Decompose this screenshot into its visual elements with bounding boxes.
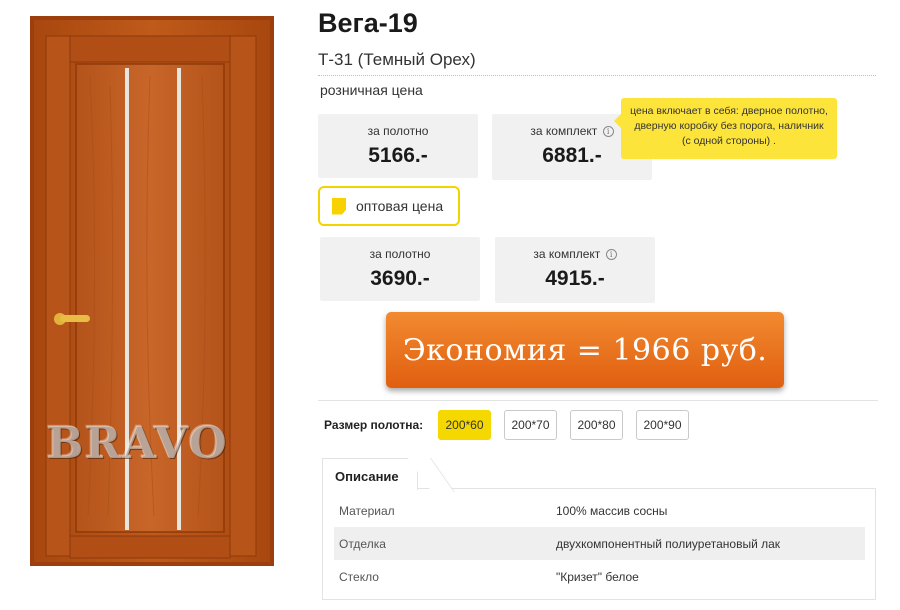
price-box-label: за полотно: [369, 247, 431, 261]
wholesale-blade-price-box: за полотно 3690.-: [320, 237, 480, 301]
product-title: Вега-19: [318, 8, 418, 38]
size-option-200x70[interactable]: 200*70: [504, 410, 557, 440]
info-icon[interactable]: i: [602, 126, 614, 137]
size-label: Размер полотна:: [324, 418, 424, 432]
row-value: 100% массив сосны: [556, 504, 668, 518]
retail-blade-price-box: за полотно 5166.-: [318, 114, 478, 178]
price-value: 3690.-: [370, 267, 430, 290]
row-key: Стекло: [339, 570, 379, 584]
size-option-200x80[interactable]: 200*80: [570, 410, 623, 440]
description-row: Материал 100% массив сосны: [334, 494, 865, 527]
wholesale-price-button[interactable]: оптовая цена: [318, 186, 460, 226]
info-icon[interactable]: i: [605, 249, 617, 260]
row-value: "Кризет" белое: [556, 570, 639, 584]
row-key: Материал: [339, 504, 395, 518]
retail-price-label: розничная цена: [320, 82, 423, 98]
divider: [318, 400, 878, 401]
price-box-label-wrap: за комплект i: [495, 247, 655, 261]
price-value: 5166.-: [368, 144, 428, 167]
price-value: 4915.-: [545, 267, 605, 290]
price-box-label: за комплект: [530, 124, 598, 138]
size-option-200x60[interactable]: 200*60: [438, 410, 491, 440]
price-box-label: за комплект: [533, 247, 601, 261]
divider: [318, 75, 876, 76]
wholesale-button-label: оптовая цена: [356, 198, 444, 214]
description-row: Стекло "Кризет" белое: [334, 560, 865, 593]
kit-price-tooltip: цена включает в себя: дверное полотно, д…: [614, 98, 837, 159]
product-subtitle: Т-31 (Темный Орех): [318, 50, 476, 69]
description-row: Отделка двухкомпонентный полиуретановый …: [334, 527, 865, 560]
price-box-label: за полотно: [367, 124, 429, 138]
savings-banner: Экономия = 1966 руб.: [386, 312, 784, 388]
brand-watermark: BRAVO: [46, 418, 228, 469]
wholesale-kit-price-box: за комплект i 4915.-: [495, 237, 655, 303]
door-image: [30, 16, 274, 566]
tab-description[interactable]: Описание: [322, 458, 418, 490]
size-option-200x90[interactable]: 200*90: [636, 410, 689, 440]
row-value: двухкомпонентный полиуретановый лак: [556, 537, 781, 551]
note-icon: [332, 197, 346, 215]
row-key: Отделка: [339, 537, 386, 551]
door-illustration: [30, 16, 274, 566]
tab-label: Описание: [335, 469, 399, 484]
